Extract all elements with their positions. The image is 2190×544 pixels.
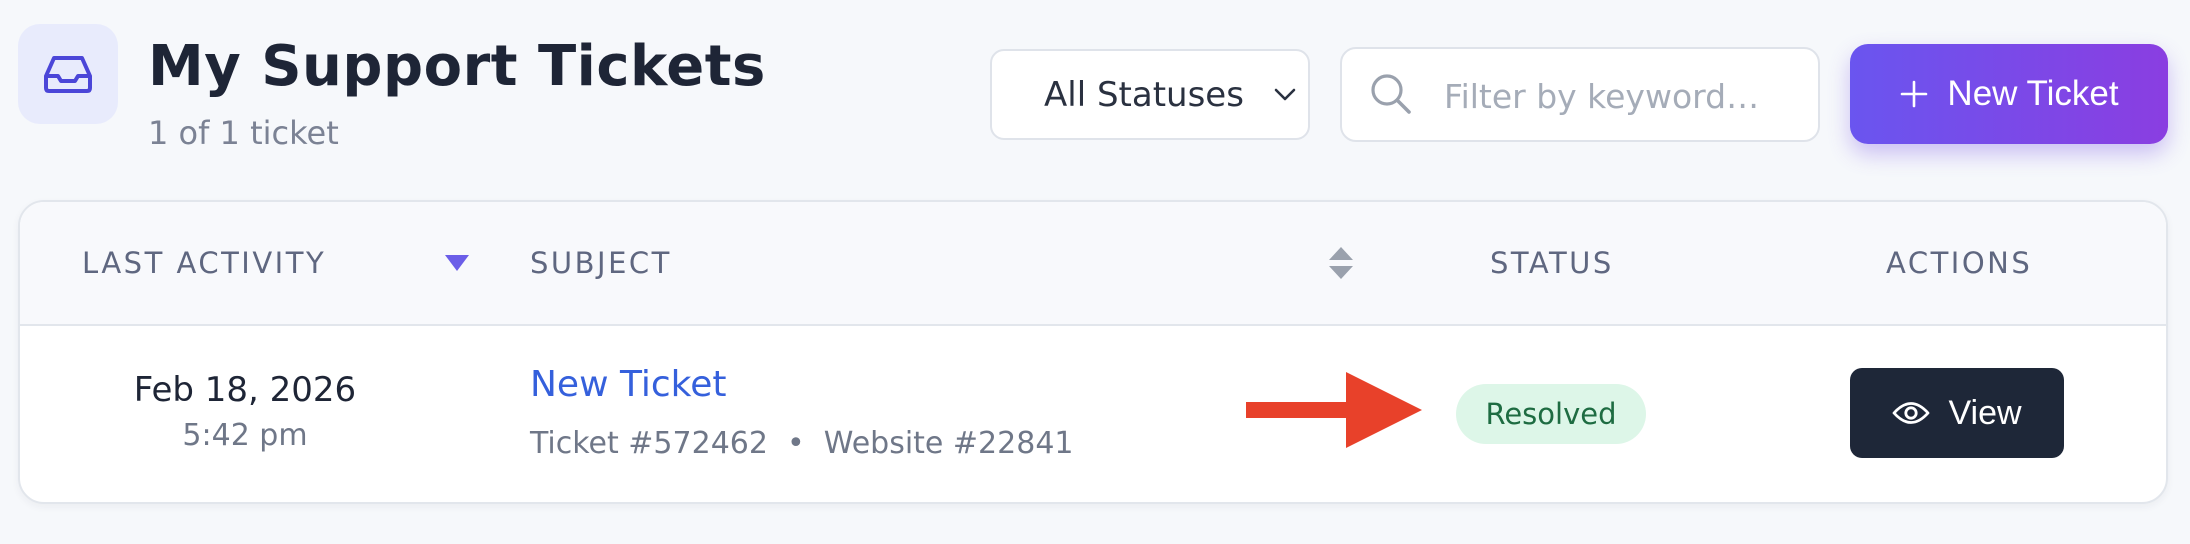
plus-icon — [1901, 80, 1928, 108]
keyword-filter-input[interactable] — [1442, 69, 1806, 123]
inbox-icon — [44, 56, 92, 93]
chevron-down-icon — [1274, 88, 1296, 101]
ticket-meta: Ticket #572462 • Website #22841 — [530, 426, 1074, 461]
view-ticket-button[interactable]: View — [1850, 368, 2064, 458]
tickets-table: LAST ACTIVITY SUBJECT STATUS ACTIONS Feb… — [18, 200, 2168, 504]
status-filter-select[interactable]: All Statuses — [990, 49, 1310, 140]
table-header: LAST ACTIVITY SUBJECT STATUS ACTIONS — [20, 202, 2166, 326]
red-arrow-icon — [1246, 372, 1422, 448]
eye-icon — [1893, 402, 1930, 424]
column-header-status: STATUS — [1490, 246, 1614, 280]
column-header-actions: ACTIONS — [1886, 246, 2033, 280]
last-activity-time: 5:42 pm — [182, 418, 308, 453]
keyword-filter[interactable] — [1340, 47, 1820, 142]
sort-icon[interactable] — [1328, 246, 1354, 280]
column-header-subject[interactable]: SUBJECT — [530, 246, 672, 280]
inbox-icon-tile — [18, 24, 118, 124]
last-activity-date: Feb 18, 2026 — [133, 370, 357, 410]
ticket-subject-link[interactable]: New Ticket — [530, 364, 726, 405]
new-ticket-label: New Ticket — [1947, 74, 2119, 113]
search-icon — [1371, 74, 1411, 114]
sort-desc-icon[interactable] — [444, 254, 470, 272]
new-ticket-button[interactable]: New Ticket — [1850, 44, 2168, 144]
column-header-last-activity[interactable]: LAST ACTIVITY — [82, 246, 326, 280]
ticket-count: 1 of 1 ticket — [148, 114, 339, 152]
status-badge: Resolved — [1456, 384, 1646, 444]
page-title: My Support Tickets — [148, 34, 766, 99]
view-ticket-label: View — [1948, 393, 2022, 432]
status-filter-value: All Statuses — [1044, 75, 1244, 115]
